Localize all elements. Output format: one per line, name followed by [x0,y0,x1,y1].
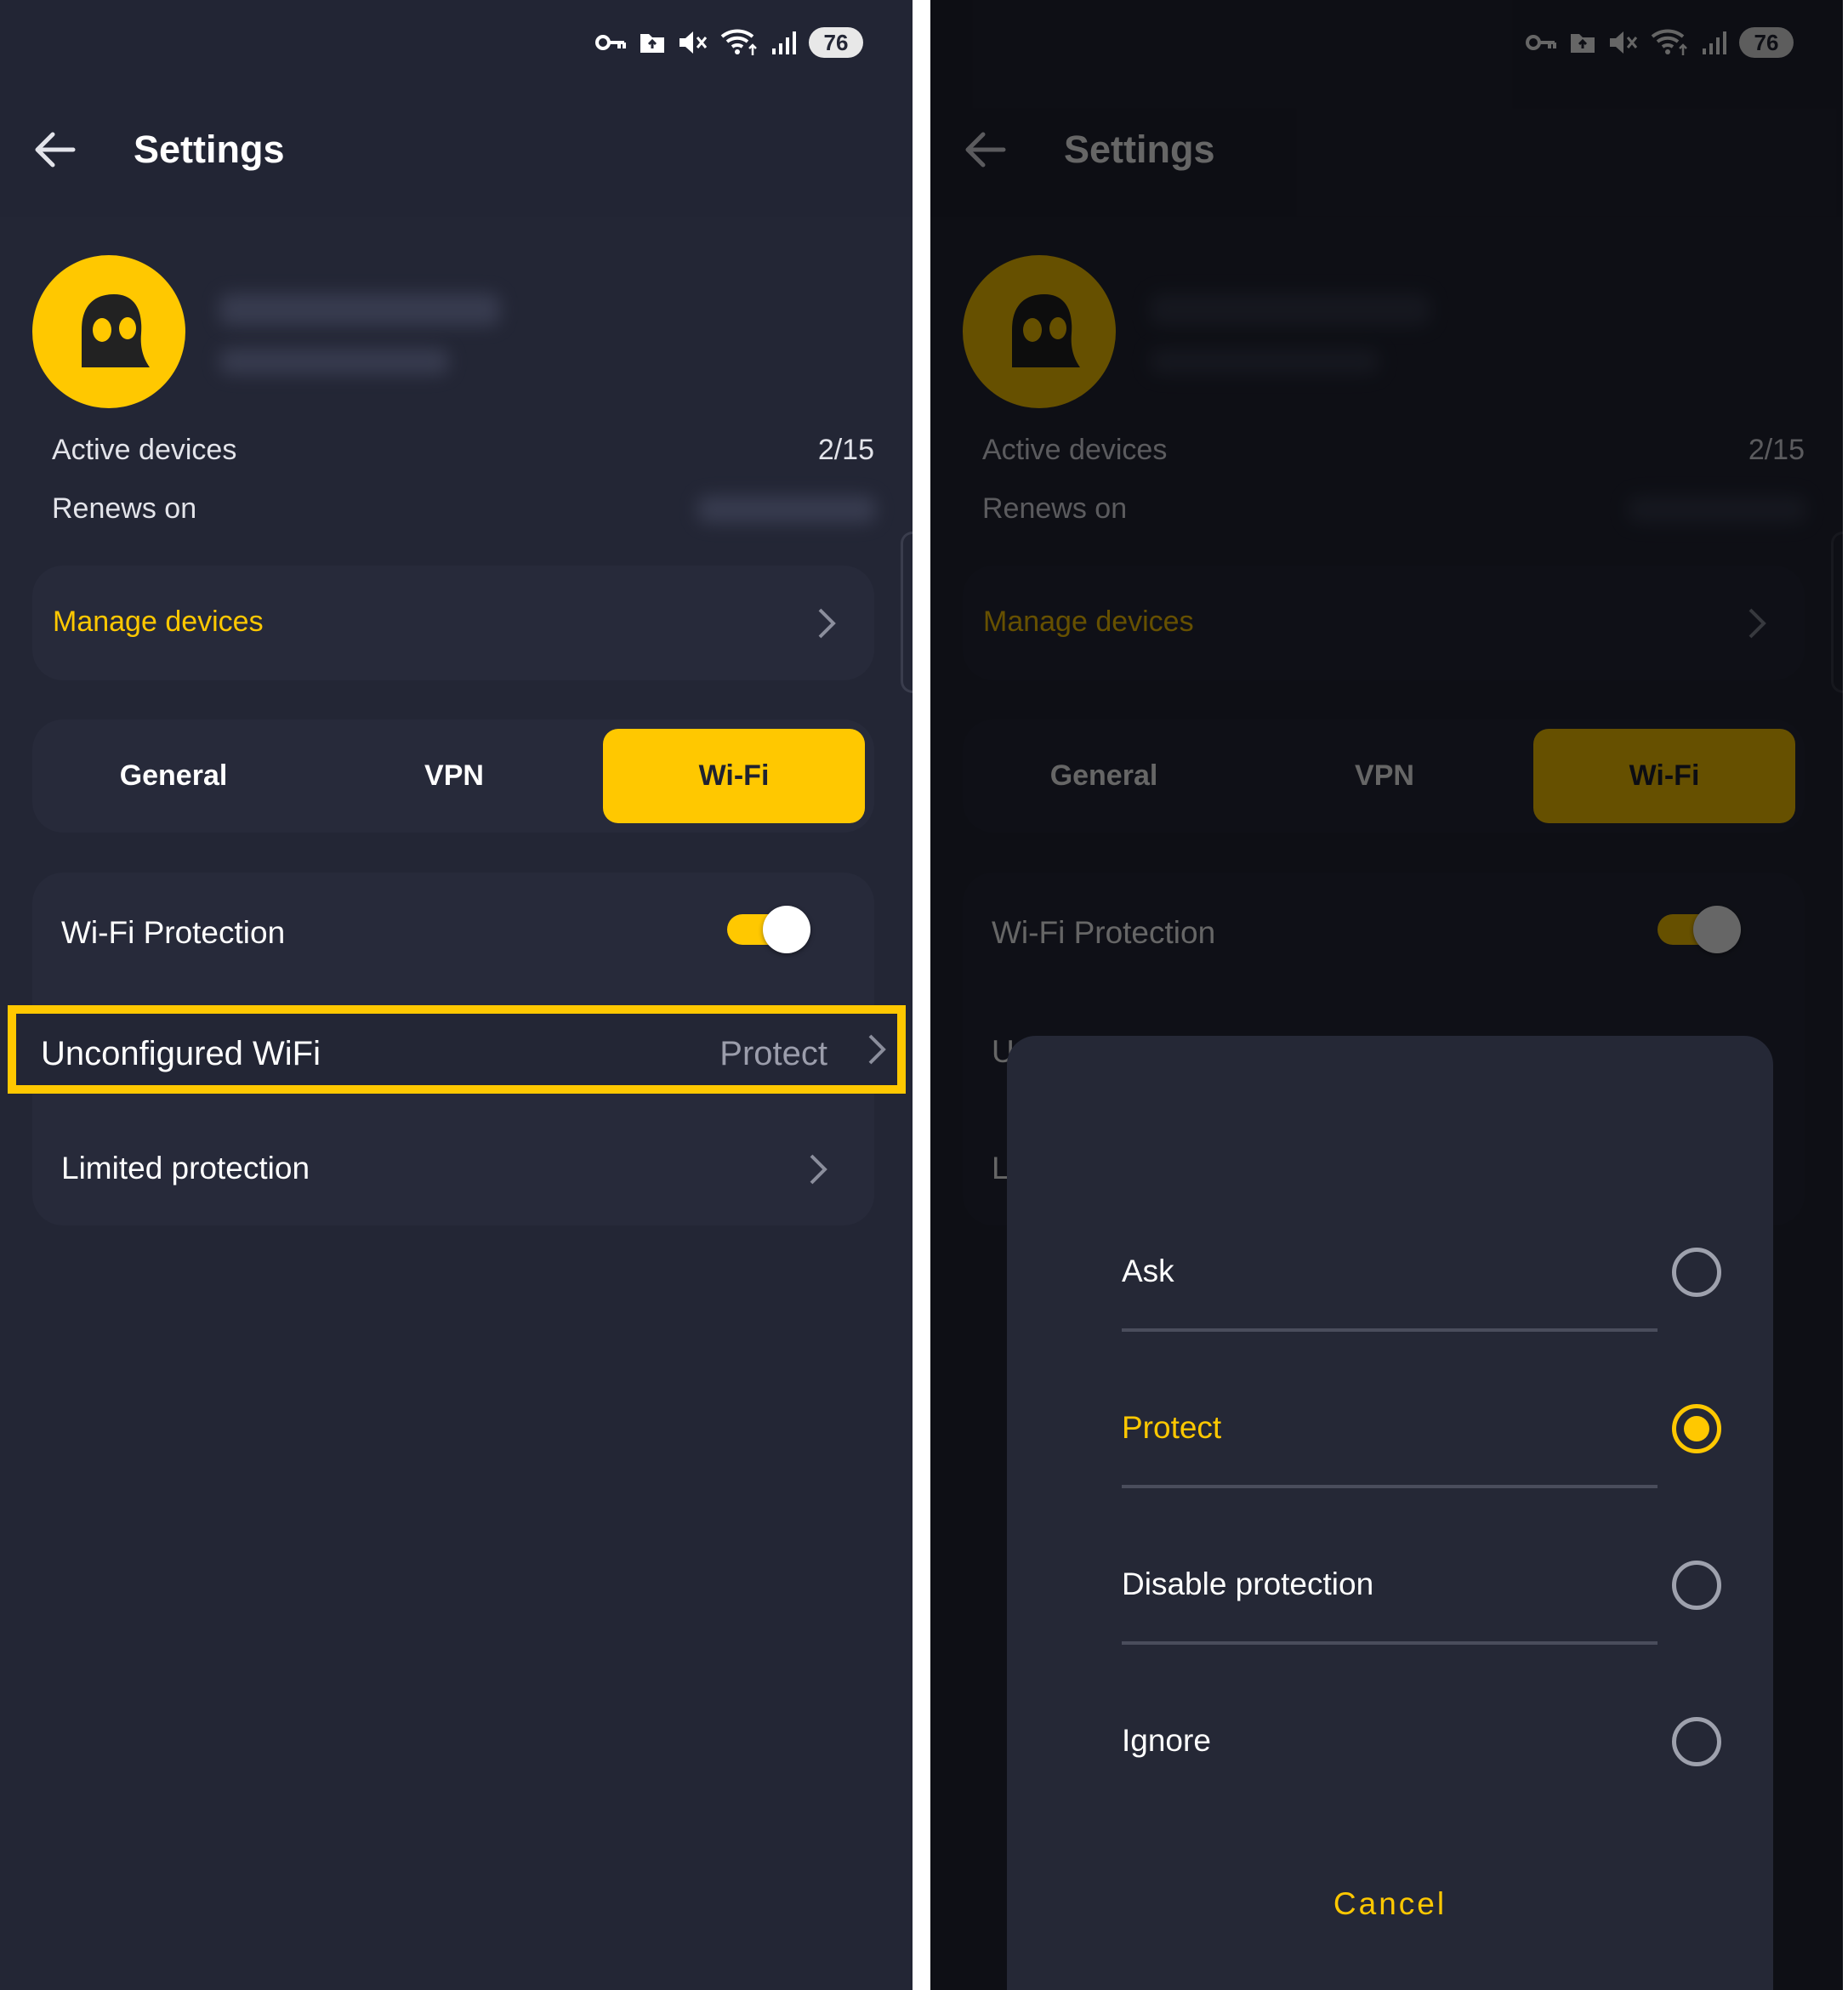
wifi-protection-toggle[interactable] [727,906,810,953]
signal-icon [772,31,796,54]
tab-general[interactable]: General [43,729,304,823]
account-email-redacted [219,293,500,326]
radio-button[interactable] [1672,1561,1721,1610]
ghost-logo-icon [82,294,150,367]
unconfigured-wifi-row[interactable]: Unconfigured WiFi Protect [8,1005,906,1094]
tab-wifi[interactable]: Wi-Fi [603,729,865,823]
settings-tabs: General VPN Wi-Fi [32,719,874,833]
unconfigured-wifi-value: Protect [719,1035,827,1072]
radio-button[interactable] [1672,1248,1721,1297]
key-icon [595,35,626,50]
side-edge-handle [901,532,913,693]
battery-indicator: 76 [809,27,863,58]
avatar [32,255,185,408]
unconfigured-wifi-dialog: Ask Protect Disable protection Ignore Ca… [1007,1036,1773,1990]
option-protect[interactable]: Protect [1007,1357,1773,1514]
account-name-redacted [219,349,449,374]
mute-icon [679,31,708,54]
wifi-icon [720,29,757,55]
manage-devices-label: Manage devices [53,606,264,638]
renewal-date-redacted [697,496,876,523]
limited-protection-row[interactable]: Limited protection [32,1131,874,1208]
option-disable-protection[interactable]: Disable protection [1007,1514,1773,1670]
option-label: Protect [1122,1410,1222,1445]
limited-protection-label: Limited protection [61,1151,310,1185]
folder-icon [640,34,664,53]
option-label: Ask [1122,1254,1174,1288]
option-label: Ignore [1122,1723,1211,1758]
status-bar: 76 [594,24,863,61]
page-title: Settings [134,128,285,171]
unconfigured-wifi-label: Unconfigured WiFi [41,1035,321,1072]
manage-devices-button[interactable]: Manage devices [32,566,874,680]
cancel-button[interactable]: Cancel [1007,1886,1773,1922]
toggle-knob [763,906,810,953]
renews-on-label: Renews on [52,492,197,525]
settings-screen-left: 76 Settings Active devices 2/15 Renews o… [0,0,913,1990]
divider [1122,1485,1658,1488]
active-devices-count: 2/15 [817,434,874,466]
active-devices-label: Active devices [52,434,237,466]
option-ask[interactable]: Ask [1007,1201,1773,1357]
radio-button[interactable] [1672,1717,1721,1766]
option-label: Disable protection [1122,1566,1374,1601]
chevron-right-icon [810,1154,827,1185]
radio-button-selected[interactable] [1672,1404,1721,1453]
panel-divider [913,0,930,1990]
chevron-right-icon [868,1034,886,1065]
option-ignore[interactable]: Ignore [1007,1670,1773,1827]
tab-vpn[interactable]: VPN [323,729,585,823]
wifi-protection-label: Wi-Fi Protection [61,915,286,950]
divider [1122,1641,1658,1645]
chevron-right-icon [818,608,836,639]
divider [1122,1328,1658,1332]
settings-screen-right: 76 Settings Active devices 2/15 Renews o… [930,0,1843,1990]
back-arrow-icon[interactable] [32,128,77,172]
